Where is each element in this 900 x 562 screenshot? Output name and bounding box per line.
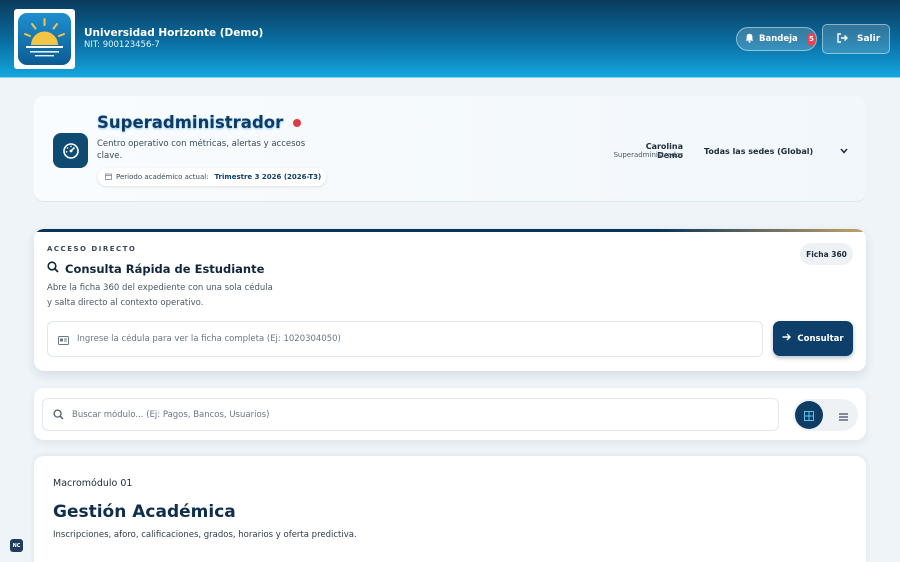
- macromodule-number: Macromódulo 01: [53, 478, 133, 489]
- quick-lookup-description: Abre la ficha 360 del expediente con una…: [47, 283, 273, 308]
- grid-icon: [804, 406, 814, 425]
- inbox-button[interactable]: Bandeja 5: [736, 27, 817, 51]
- cedula-input[interactable]: [77, 334, 717, 344]
- consult-button-label: Consultar: [797, 333, 844, 344]
- role-title: Superadministrador: [97, 113, 302, 132]
- search-icon: [53, 405, 64, 424]
- search-icon: [47, 261, 59, 276]
- bell-icon: [745, 33, 754, 46]
- role-summary-card: Superadministrador Centro operativo con …: [34, 96, 866, 202]
- user-role: Superadministrador: [613, 151, 683, 159]
- list-icon: [838, 406, 848, 425]
- sede-select[interactable]: Todas las sedes (Global): [702, 140, 852, 162]
- consult-button[interactable]: Consultar: [773, 321, 853, 356]
- section-kicker: ACCESO DIRECTO: [47, 245, 137, 253]
- macromodule-card[interactable]: Macromódulo 01 Gestión Académica Inscrip…: [34, 456, 866, 562]
- logout-button[interactable]: Salir: [822, 24, 890, 54]
- module-search-wrapper: [42, 398, 779, 431]
- card-accent-line: [34, 229, 866, 232]
- macromodule-title: Gestión Académica: [53, 502, 236, 522]
- org-logo[interactable]: [14, 9, 75, 69]
- macromodule-description: Inscripciones, aforo, calificaciones, gr…: [53, 530, 357, 540]
- quick-lookup-title-text: Consulta Rápida de Estudiante: [65, 261, 265, 276]
- id-card-icon: [58, 330, 69, 349]
- dashboard-gauge-icon: [53, 133, 88, 168]
- arrow-right-icon: [782, 333, 792, 344]
- quick-student-lookup-card: ACCESO DIRECTO Consulta Rápida de Estudi…: [34, 229, 866, 371]
- calendar-icon: [105, 173, 112, 182]
- cedula-field-wrapper: [47, 321, 763, 357]
- list-view-button[interactable]: [829, 401, 857, 429]
- sunrise-logo-icon: [18, 13, 71, 65]
- logout-label: Salir: [857, 34, 881, 44]
- chevron-down-icon: [840, 147, 848, 156]
- alert-status-dot: [293, 118, 302, 127]
- corner-nc-badge[interactable]: NC: [10, 539, 23, 552]
- sede-selected-value: Todas las sedes (Global): [704, 146, 814, 156]
- quick-lookup-title: Consulta Rápida de Estudiante: [47, 261, 264, 276]
- grid-view-button[interactable]: [795, 401, 823, 429]
- module-search-bar: [34, 388, 866, 440]
- role-title-text: Superadministrador: [97, 113, 284, 132]
- inbox-count-badge: 5: [806, 32, 816, 46]
- period-label: Periodo académico actual:: [116, 173, 209, 181]
- org-nit: NIT: 900123456-7: [84, 40, 160, 50]
- logout-icon: [837, 32, 848, 46]
- module-search-input[interactable]: [72, 409, 712, 420]
- inbox-label: Bandeja: [759, 34, 798, 44]
- period-value: Trimestre 3 2026 (2026-T3): [214, 173, 322, 181]
- academic-period-pill: Periodo académico actual: Trimestre 3 20…: [98, 168, 326, 186]
- ficha-360-badge: Ficha 360: [800, 243, 853, 265]
- role-description: Centro operativo con métricas, alertas y…: [97, 139, 306, 161]
- view-mode-toggle: [793, 399, 858, 431]
- top-header: Universidad Horizonte (Demo) NIT: 900123…: [0, 0, 900, 78]
- org-name: Universidad Horizonte (Demo): [84, 27, 264, 39]
